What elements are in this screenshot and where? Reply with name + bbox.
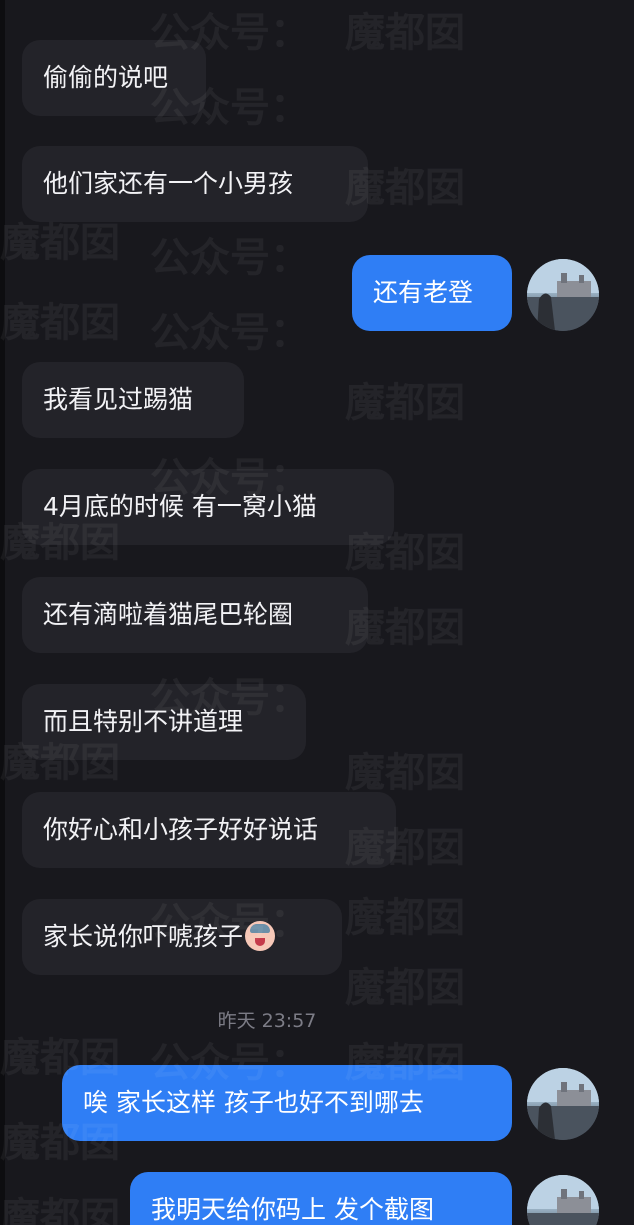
watermark-text: 魔都囡 bbox=[345, 965, 465, 1011]
watermark-text: 魔都囡 bbox=[0, 300, 120, 346]
message-text: 还有老登 bbox=[373, 278, 474, 307]
watermark-text: 魔都囡 bbox=[345, 10, 465, 56]
crying-face-emoji-icon bbox=[245, 921, 276, 951]
watermark-text: 魔都囡 bbox=[345, 895, 465, 941]
message-outgoing[interactable]: 还有老登 bbox=[352, 255, 512, 331]
message-incoming[interactable]: 你好心和小孩子好好说话 bbox=[22, 792, 396, 868]
message-incoming[interactable]: 偷偷的说吧 bbox=[22, 40, 206, 116]
message-incoming[interactable]: 家长说你吓唬孩子 bbox=[22, 899, 342, 975]
message-text: 家长说你吓唬孩子 bbox=[43, 922, 244, 951]
message-outgoing[interactable]: 我明天给你码上 发个截图 bbox=[130, 1172, 512, 1225]
user-avatar[interactable] bbox=[527, 1175, 599, 1225]
message-incoming[interactable]: 而且特别不讲道理 bbox=[22, 684, 306, 760]
user-avatar[interactable] bbox=[527, 1068, 599, 1140]
message-text: 4月底的时候 有一窝小猫 bbox=[43, 492, 317, 521]
watermark-text: 魔都囡 bbox=[0, 1195, 120, 1225]
avatar-photo-icon bbox=[527, 1068, 599, 1140]
watermark-text: 魔都囡 bbox=[345, 750, 465, 796]
watermark-text: 魔都囡 bbox=[345, 380, 465, 426]
message-text: 你好心和小孩子好好说话 bbox=[43, 815, 319, 844]
user-avatar[interactable] bbox=[527, 259, 599, 331]
message-incoming[interactable]: 还有滴啦着猫尾巴轮圈 bbox=[22, 577, 368, 653]
avatar-photo-icon bbox=[527, 259, 599, 331]
message-incoming[interactable]: 4月底的时候 有一窝小猫 bbox=[22, 469, 394, 545]
message-text: 偷偷的说吧 bbox=[43, 63, 169, 92]
message-text: 他们家还有一个小男孩 bbox=[43, 169, 294, 198]
message-text: 我看见过踢猫 bbox=[43, 385, 194, 414]
watermark-text: 公众号： bbox=[150, 310, 310, 356]
message-incoming[interactable]: 他们家还有一个小男孩 bbox=[22, 146, 368, 222]
message-outgoing[interactable]: 唉 家长这样 孩子也好不到哪去 bbox=[62, 1065, 512, 1141]
message-text: 唉 家长这样 孩子也好不到哪去 bbox=[83, 1088, 424, 1117]
chat-view[interactable]: 偷偷的说吧 他们家还有一个小男孩 还有老登 我看见过踢猫 4月底的时候 有一窝小… bbox=[0, 0, 634, 1225]
message-text: 而且特别不讲道理 bbox=[43, 707, 244, 736]
avatar-photo-icon bbox=[527, 1175, 599, 1225]
message-timestamp: 昨天 23:57 bbox=[217, 1010, 317, 1032]
watermark-text: 公众号： bbox=[150, 235, 310, 281]
message-incoming[interactable]: 我看见过踢猫 bbox=[22, 362, 244, 438]
message-text: 我明天给你码上 发个截图 bbox=[151, 1195, 434, 1224]
screen-edge bbox=[0, 0, 5, 1225]
message-text: 还有滴啦着猫尾巴轮圈 bbox=[43, 600, 294, 629]
